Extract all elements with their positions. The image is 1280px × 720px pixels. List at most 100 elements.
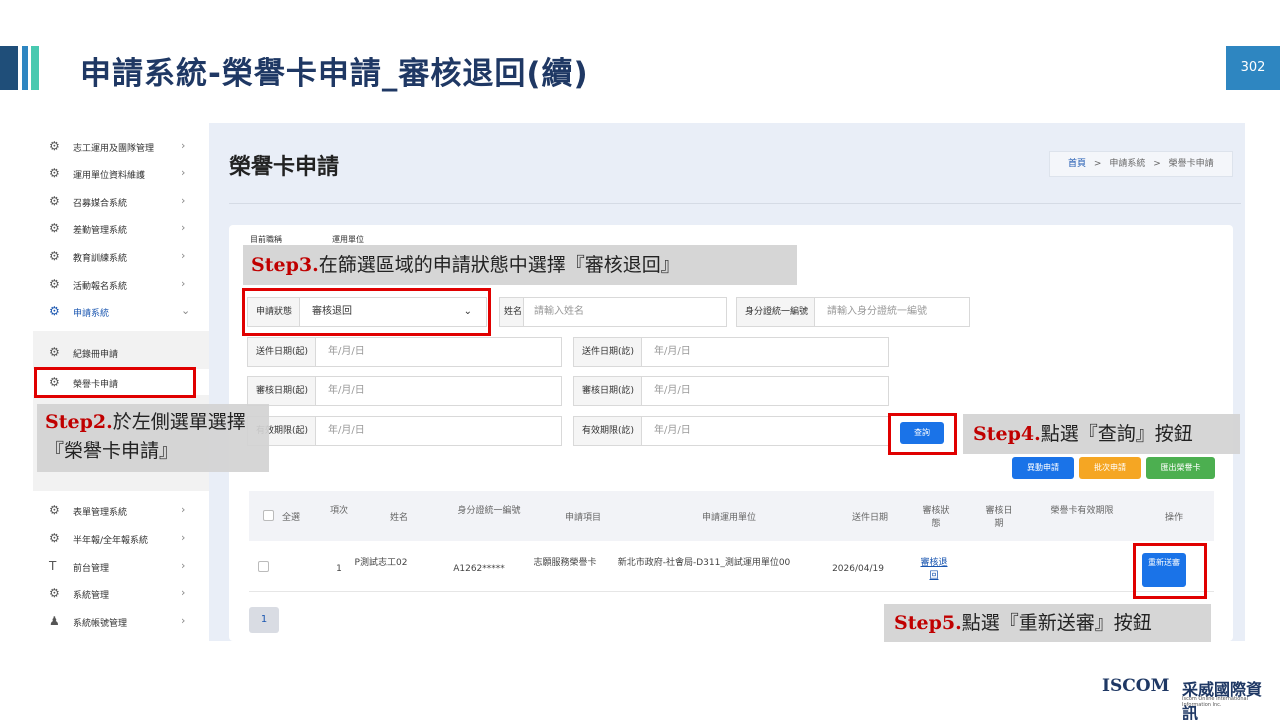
gear-icon: ⚙ <box>49 345 60 359</box>
breadcrumb-home[interactable]: 首頁 <box>1068 159 1086 169</box>
review-date-end-input[interactable]: 年/月/日 <box>654 377 691 405</box>
row-name: P測試志工02 <box>354 558 408 568</box>
row-status-link[interactable]: 審核退回 <box>919 555 949 581</box>
valid-date-start-input[interactable]: 年/月/日 <box>328 417 365 445</box>
callout-step2: Step2.於左側選單選擇『榮譽卡申請』 <box>37 404 269 472</box>
title-accent-bar <box>0 46 18 90</box>
gear-icon: ⚙ <box>49 277 60 291</box>
highlight-status-filter <box>242 288 491 336</box>
gear-icon: ⚙ <box>49 139 60 153</box>
sidebar-item-unit-data[interactable]: ⚙ 運用單位資料維護 › <box>33 160 209 186</box>
breadcrumb: 首頁 > 申請系統 > 榮譽卡申請 <box>1049 151 1233 177</box>
sidebar-item-application[interactable]: ⚙ 申請系統 ⌄ <box>33 298 209 324</box>
col-review-date: 審核日期 <box>985 506 1013 529</box>
gear-icon: ⚙ <box>49 221 60 235</box>
sidebar-item-recruit[interactable]: ⚙ 召募媒合系統 › <box>33 188 209 214</box>
select-all-checkbox[interactable] <box>263 510 274 521</box>
highlight-resubmit-button <box>1133 543 1207 599</box>
highlight-query-button <box>888 413 957 455</box>
table-header: 全選 項次 姓名 身分證統一編號 申請項目 申請運用單位 送件日期 審核狀態 審… <box>249 491 1214 541</box>
export-honor-card-button[interactable]: 匯出榮譽卡 <box>1146 457 1215 479</box>
id-label: 身分證統一編號 <box>737 298 815 326</box>
name-label: 姓名 <box>500 298 524 326</box>
col-action: 操作 <box>1164 513 1183 523</box>
breadcrumb-application[interactable]: 申請系統 <box>1109 159 1145 169</box>
row-id: A1262***** <box>453 564 505 574</box>
sidebar-item-volunteer-team[interactable]: ⚙ 志工運用及團隊管理 › <box>33 133 209 159</box>
chevron-down-icon: ⌄ <box>181 304 191 317</box>
col-index: 項次 <box>329 506 348 516</box>
send-date-start-input[interactable]: 年/月/日 <box>328 338 365 366</box>
row-unit: 新北市政府-社會局-D311_測試運用單位00 <box>617 558 791 568</box>
callout-step3: Step3.在篩選區域的申請狀態中選擇『審核退回』 <box>243 245 797 285</box>
review-date-end-label: 審核日期(訖) <box>574 377 642 405</box>
chevron-right-icon: › <box>181 503 186 516</box>
col-status: 審核狀態 <box>922 506 950 529</box>
sidebar-item-training[interactable]: ⚙ 教育訓練系統 › <box>33 243 209 269</box>
gear-icon: ⚙ <box>49 503 60 517</box>
review-date-start-label: 審核日期(起) <box>248 377 316 405</box>
valid-date-start[interactable]: 有效期限(起) 年/月/日 <box>247 416 562 446</box>
send-date-end[interactable]: 送件日期(訖) 年/月/日 <box>573 337 889 367</box>
pagination-page-1[interactable]: 1 <box>249 607 279 633</box>
review-date-start-input[interactable]: 年/月/日 <box>328 377 365 405</box>
review-date-end[interactable]: 審核日期(訖) 年/月/日 <box>573 376 889 406</box>
breadcrumb-current: 榮譽卡申請 <box>1168 159 1214 169</box>
row-send-date: 2026/04/19 <box>832 564 884 574</box>
chevron-right-icon: › <box>181 221 186 234</box>
row-index: 1 <box>336 564 342 574</box>
review-date-start[interactable]: 審核日期(起) 年/月/日 <box>247 376 562 406</box>
col-name: 姓名 <box>389 513 408 523</box>
callout-step5: Step5.點選『重新送審』按鈕 <box>884 604 1211 642</box>
callout-step4: Step4.點選『查詢』按鈕 <box>963 414 1240 454</box>
title-accent-bar <box>31 46 39 90</box>
org-title-label: 目前職稱 <box>250 235 282 244</box>
gear-icon: ⚙ <box>49 531 60 545</box>
sidebar-item-record-book[interactable]: ⚙ 紀錄冊申請 <box>33 339 209 365</box>
breadcrumb-separator: > <box>1153 159 1161 169</box>
chevron-right-icon: › <box>181 531 186 544</box>
company-logo: ISCOM 采威國際資訊 Iscom Online International … <box>1102 676 1263 720</box>
send-date-start-label: 送件日期(起) <box>248 338 316 366</box>
name-field[interactable]: 姓名 請輸入姓名 <box>499 297 727 327</box>
col-item: 申請項目 <box>564 513 601 523</box>
main-content: 榮譽卡申請 首頁 > 申請系統 > 榮譽卡申請 目前職稱 運用單位 申請狀態 審… <box>209 123 1245 641</box>
row-item: 志願服務榮譽卡 <box>533 558 597 568</box>
title-accent-bar <box>22 46 28 90</box>
sidebar-item-system[interactable]: ⚙ 系統管理 › <box>33 580 209 606</box>
row-checkbox[interactable] <box>258 561 269 572</box>
name-input[interactable]: 請輸入姓名 <box>534 298 584 326</box>
id-input[interactable]: 請輸入身分證統一編號 <box>827 298 927 326</box>
sidebar-item-forms[interactable]: ⚙ 表單管理系統 › <box>33 497 209 523</box>
valid-date-end-input[interactable]: 年/月/日 <box>654 417 691 445</box>
breadcrumb-separator: > <box>1093 159 1102 169</box>
gear-icon: ⚙ <box>49 304 60 318</box>
gear-icon: ⚙ <box>49 586 60 600</box>
valid-date-end[interactable]: 有效期限(訖) 年/月/日 <box>573 416 889 446</box>
valid-date-end-label: 有效期限(訖) <box>574 417 642 445</box>
send-date-end-input[interactable]: 年/月/日 <box>654 338 691 366</box>
sidebar-item-accounts[interactable]: ♟ 系統帳號管理 › <box>33 608 209 634</box>
sidebar-item-attendance[interactable]: ⚙ 差勤管理系統 › <box>33 215 209 241</box>
sidebar-item-events[interactable]: ⚙ 活動報名系統 › <box>33 271 209 297</box>
bulk-apply-button[interactable]: 異動申請 <box>1012 457 1074 479</box>
slide-title: 申請系統-榮譽卡申請_審核退回(續) <box>80 56 589 92</box>
chevron-right-icon: › <box>181 139 186 152</box>
col-unit: 申請運用單位 <box>701 513 756 523</box>
user-icon: ♟ <box>49 614 60 628</box>
chevron-right-icon: › <box>181 277 186 290</box>
tool-icon: T <box>49 559 57 573</box>
divider <box>249 591 1214 592</box>
batch-apply-button[interactable]: 批次申請 <box>1079 457 1141 479</box>
chevron-right-icon: › <box>181 559 186 572</box>
slide-page-number: 302 <box>1226 46 1280 90</box>
send-date-start[interactable]: 送件日期(起) 年/月/日 <box>247 337 562 367</box>
col-send-date: 送件日期 <box>851 513 888 523</box>
divider <box>229 203 1241 204</box>
sidebar-item-frontend[interactable]: T 前台管理 › <box>33 553 209 579</box>
gear-icon: ⚙ <box>49 249 60 263</box>
sidebar-item-reports[interactable]: ⚙ 半年報/全年報系統 › <box>33 525 209 551</box>
unit-label: 運用單位 <box>332 235 364 244</box>
gear-icon: ⚙ <box>49 166 60 180</box>
id-field[interactable]: 身分證統一編號 請輸入身分證統一編號 <box>736 297 970 327</box>
